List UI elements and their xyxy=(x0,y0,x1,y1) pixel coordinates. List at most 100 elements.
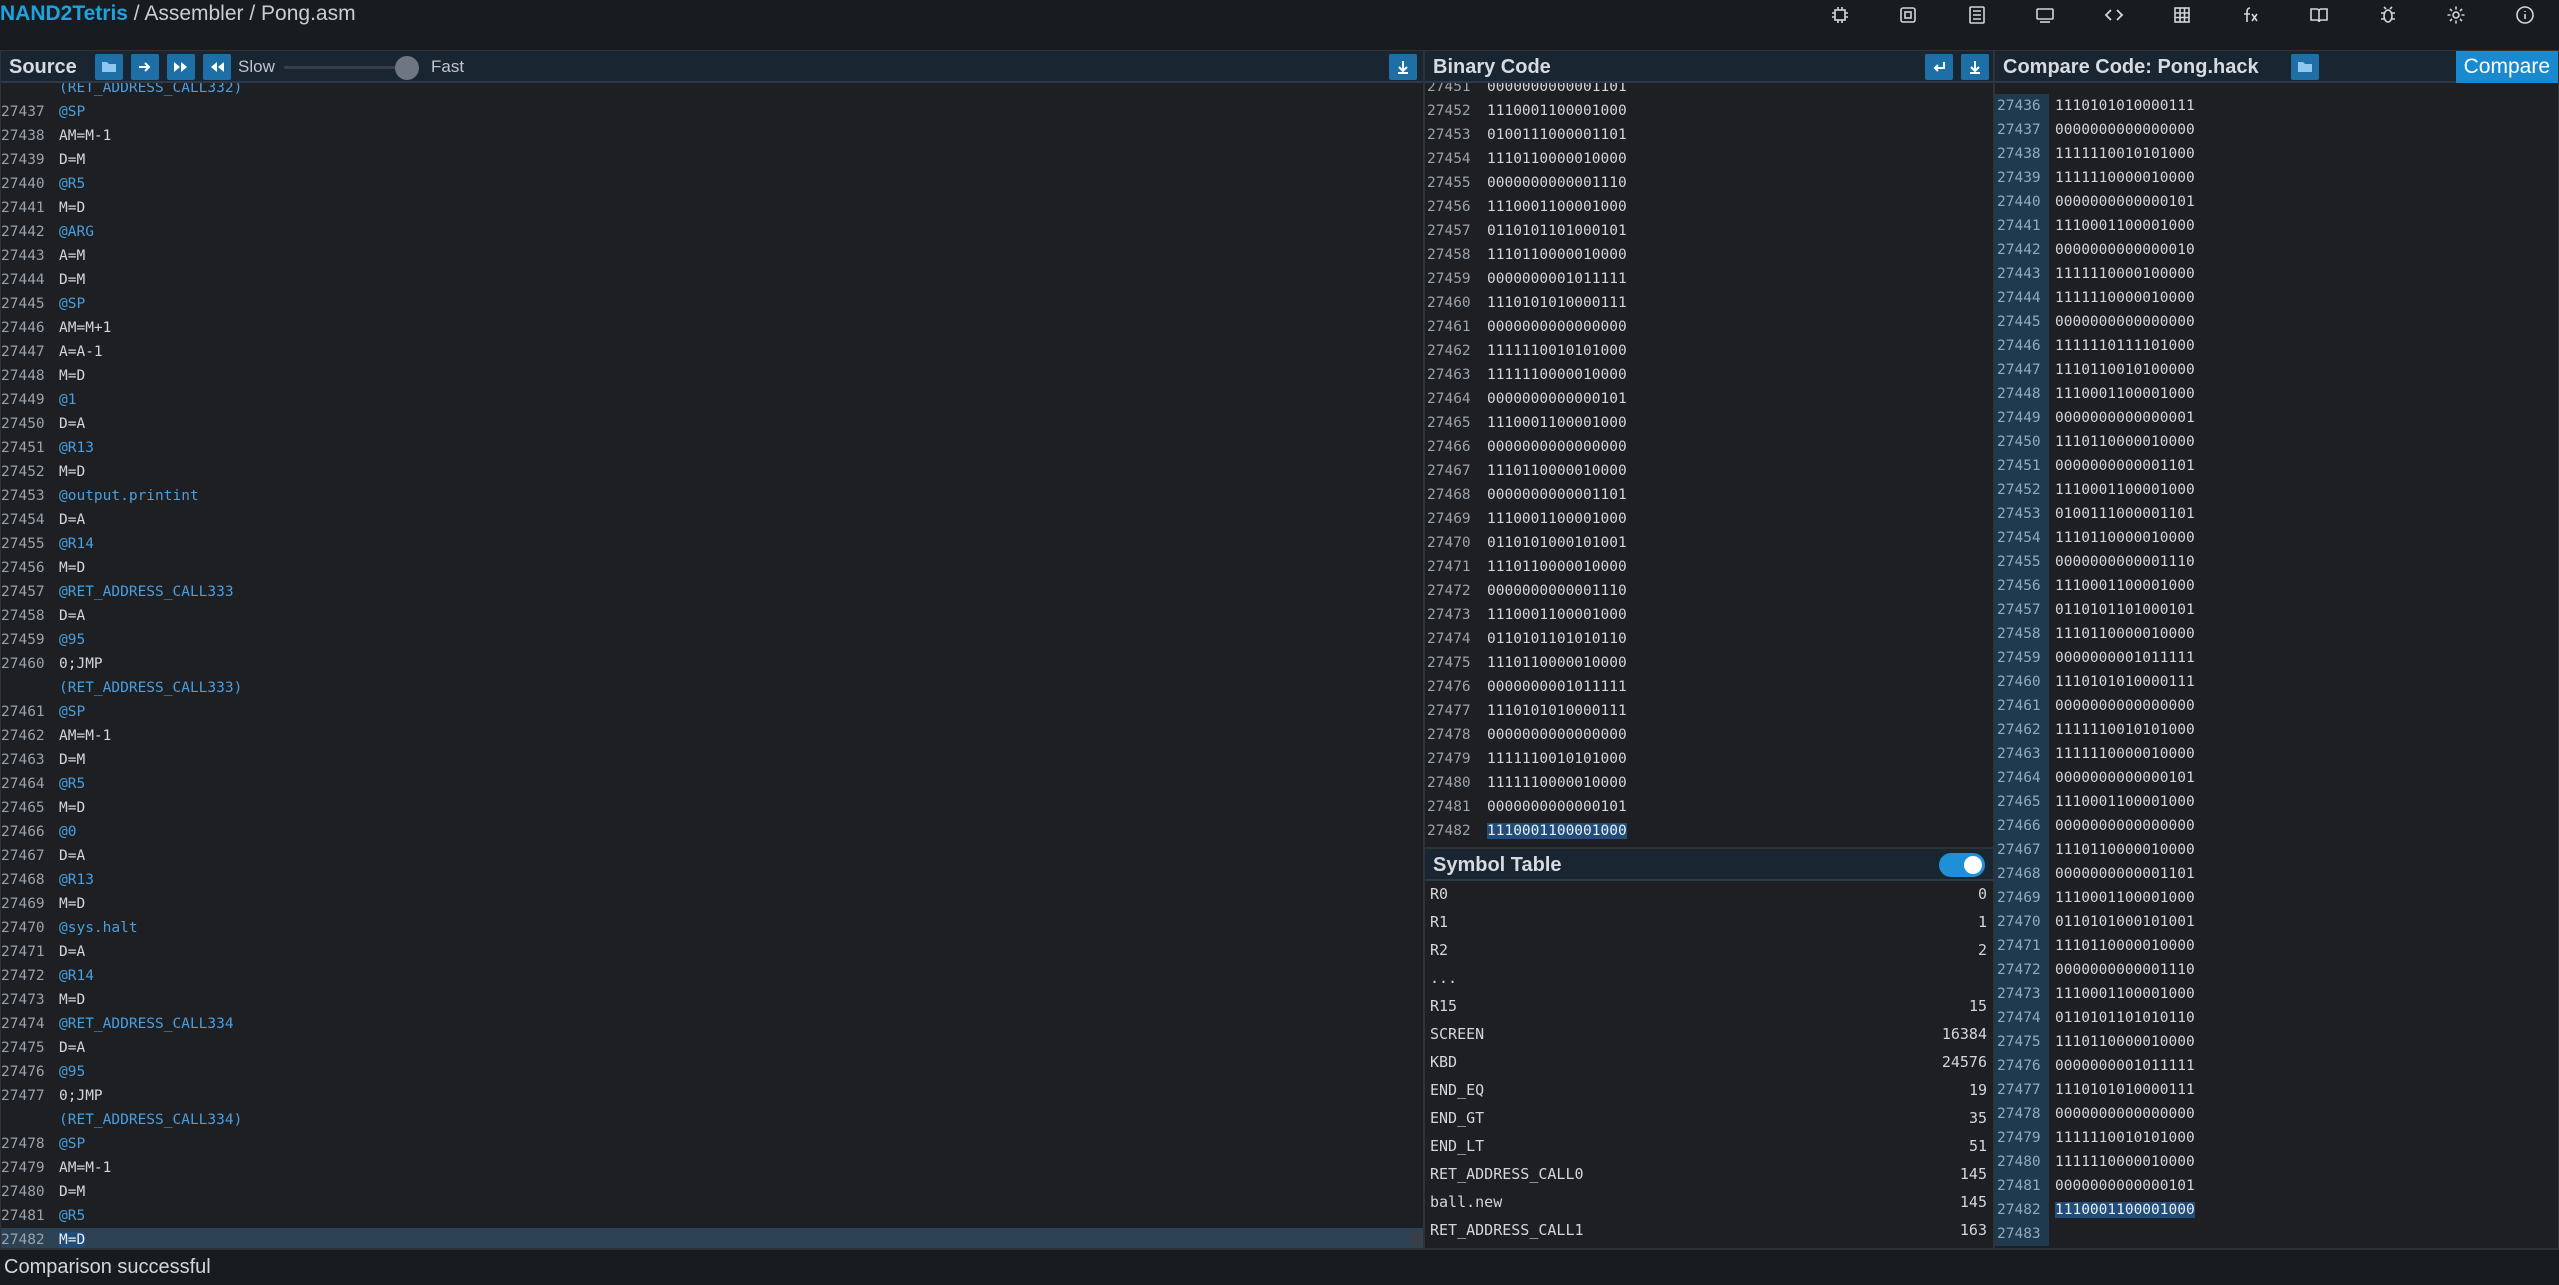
binary-value: 1110001100001000 xyxy=(1487,199,1627,215)
line-number: 27470 xyxy=(1995,910,2049,934)
compare-value: 0000000000000101 xyxy=(2055,1178,2195,1194)
symbol-table-list: R0 0 R1 1 R2 2... R15 15 SCREEN 16384 KBD 24576 END_… xyxy=(1425,881,1993,1248)
symbol-token: @sys.halt xyxy=(59,920,138,936)
compare-value: 0110101101010110 xyxy=(2055,1010,2195,1026)
line-number: 27482 xyxy=(1995,1198,2049,1222)
line-number: 27472 xyxy=(1995,958,2049,982)
line-number: 27457 xyxy=(1,584,45,600)
compare-value: 1110001100001000 xyxy=(2055,1202,2195,1218)
symbol-value: 16384 xyxy=(1941,1025,1987,1043)
binary-line: 27469 1110001100001000 xyxy=(1425,507,1993,531)
line-number: 27471 xyxy=(1427,559,1471,575)
symbol-name: R15 xyxy=(1430,997,1458,1015)
binary-line: 27480 1111110000010000 xyxy=(1425,771,1993,795)
symbol-name: SCREEN xyxy=(1430,1025,1485,1043)
line-number: 27452 xyxy=(1,464,45,480)
binary-line: 27458 1110110000010000 xyxy=(1425,243,1993,267)
line-number: 27461 xyxy=(1427,319,1471,335)
breadcrumb-section[interactable]: Assembler xyxy=(144,2,243,25)
source-line: 27468 @R13 xyxy=(1,868,1423,892)
line-number: 27480 xyxy=(1,1184,45,1200)
chip-icon[interactable] xyxy=(1806,0,1875,30)
compare-button[interactable]: Compare xyxy=(2455,51,2558,83)
symbol-token: @R13 xyxy=(59,872,94,888)
binary-scroll-down-button[interactable] xyxy=(1961,54,1989,80)
symbol-table-title: Symbol Table xyxy=(1433,854,1562,876)
line-number: 27470 xyxy=(1,920,45,936)
speed-slider-thumb[interactable] xyxy=(395,56,419,80)
gear-icon[interactable] xyxy=(2422,0,2491,30)
binary-value: 0000000000000000 xyxy=(1487,727,1627,743)
scrollbar-arrow[interactable] xyxy=(1411,1232,1421,1246)
line-number: 27483 xyxy=(1995,1222,2049,1246)
binary-line: 27464 0000000000000101 xyxy=(1425,387,1993,411)
app-name-link[interactable]: NAND2Tetris xyxy=(0,2,128,25)
source-line: 27464 @R5 xyxy=(1,772,1423,796)
source-line: 27447 A=A-1 xyxy=(1,340,1423,364)
binary-value: 1110001100001000 xyxy=(1487,415,1627,431)
symbol-token: @SP xyxy=(59,104,86,120)
open-file-button[interactable] xyxy=(95,54,123,80)
compare-value: 0000000000000000 xyxy=(2055,698,2195,714)
bug-icon[interactable] xyxy=(2354,0,2423,30)
binary-value: 1110001100001000 xyxy=(1487,607,1627,623)
breadcrumb: NAND2Tetris / Assembler / Pong.asm xyxy=(0,0,356,30)
reset-button[interactable] xyxy=(203,54,231,80)
line-number: 27478 xyxy=(1995,1102,2049,1126)
line-number: 27478 xyxy=(1,1136,45,1152)
bitmap-icon[interactable] xyxy=(2148,0,2217,30)
cpu-icon[interactable] xyxy=(1874,0,1943,30)
info-icon[interactable] xyxy=(2491,0,2559,30)
open-compare-file-button[interactable] xyxy=(2291,54,2319,80)
compare-value: 0000000000000101 xyxy=(2055,194,2195,210)
compare-value: 1110101010000111 xyxy=(2055,674,2195,690)
binary-code-view[interactable]: 27451 0000000000001101 27452 11100011000010… xyxy=(1425,83,1993,847)
symbol-token: @R5 xyxy=(59,176,86,192)
step-button[interactable] xyxy=(131,54,159,80)
compare-value: 1110101010000111 xyxy=(2055,98,2195,114)
binary-line: 27451 0000000000001101 xyxy=(1425,83,1993,99)
code-token: D=A xyxy=(59,608,86,624)
compiler-icon[interactable] xyxy=(2080,0,2149,30)
source-code-view[interactable]: (RET_ADDRESS_CALL332) 27437 @SP 27438 AM=M-1… xyxy=(1,83,1423,1248)
fx-icon[interactable] xyxy=(2217,0,2286,30)
compare-line: 27471 1110110000010000 xyxy=(1995,934,2558,958)
code-token: AM=M-1 xyxy=(59,1160,112,1176)
code-token: AM=M+1 xyxy=(59,320,112,336)
compare-value: 1110001100001000 xyxy=(2055,386,2195,402)
code-token: D=A xyxy=(59,944,86,960)
line-number: 27438 xyxy=(1995,142,2049,166)
book-icon[interactable] xyxy=(2285,0,2354,30)
compare-line: 27447 1110110010100000 xyxy=(1995,358,2558,382)
source-scroll-down-button[interactable] xyxy=(1389,54,1417,80)
status-bar: Comparison successful xyxy=(0,1249,2559,1285)
compare-line: 27481 0000000000000101 xyxy=(1995,1174,2558,1198)
compare-line: 27480 1111110000010000 xyxy=(1995,1150,2558,1174)
symbol-token: @R5 xyxy=(59,1208,86,1224)
line-number: 27473 xyxy=(1,992,45,1008)
line-number: 27451 xyxy=(1427,83,1471,95)
symbol-row: R2 2 xyxy=(1425,936,1993,964)
symbol-row: R15 15 xyxy=(1425,992,1993,1020)
source-title: Source xyxy=(9,56,77,78)
symbol-value: 145 xyxy=(1959,1165,1987,1183)
line-number: 27476 xyxy=(1995,1054,2049,1078)
binary-line: 27473 1110001100001000 xyxy=(1425,603,1993,627)
fast-forward-button[interactable] xyxy=(167,54,195,80)
line-number: 27466 xyxy=(1427,439,1471,455)
source-line: 27452 M=D xyxy=(1,460,1423,484)
compare-line: 27469 1110001100001000 xyxy=(1995,886,2558,910)
symbol-table-toggle[interactable] xyxy=(1939,853,1985,877)
asm-icon[interactable] xyxy=(1943,0,2012,30)
compare-value: 1110110000010000 xyxy=(2055,842,2195,858)
speed-slider[interactable] xyxy=(284,66,409,69)
line-number: 27462 xyxy=(1,728,45,744)
vm-icon[interactable] xyxy=(2011,0,2080,30)
binary-value: 1110110000010000 xyxy=(1487,559,1627,575)
code-token: M=D xyxy=(59,464,86,480)
compare-code-view[interactable]: 27436 1110101010000111 27437 00000000000000… xyxy=(1995,83,2558,1248)
translate-button[interactable] xyxy=(1925,54,1953,80)
source-line: 27465 M=D xyxy=(1,796,1423,820)
line-number: 27454 xyxy=(1,512,45,528)
symbol-token: @R14 xyxy=(59,536,94,552)
